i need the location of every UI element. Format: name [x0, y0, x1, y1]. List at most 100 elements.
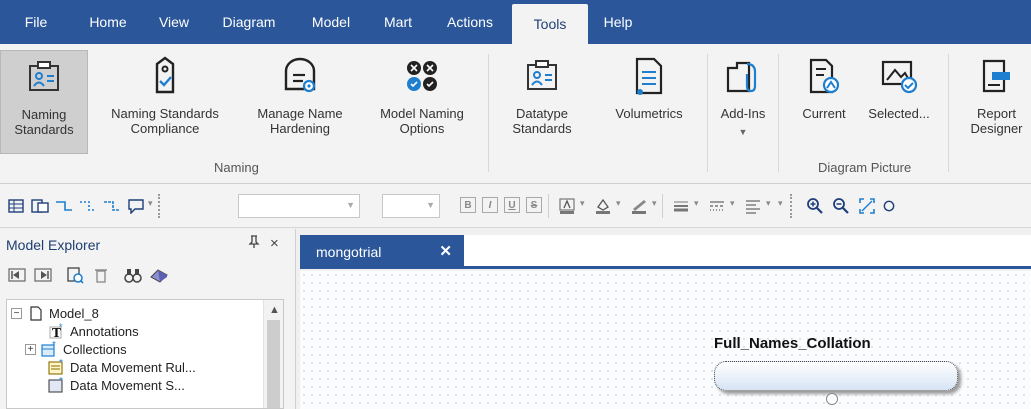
alignment-icon[interactable] [742, 196, 764, 216]
move-right-icon[interactable] [32, 264, 54, 286]
tree-item-data-movement-sources[interactable]: * Data Movement S... [43, 376, 185, 394]
close-icon[interactable]: ✕ [439, 242, 452, 260]
view-table-icon[interactable] [30, 196, 50, 216]
toolbar-grip[interactable] [790, 194, 796, 218]
naming-options-icon [402, 54, 442, 98]
chevron-down-icon[interactable]: ▾ [730, 198, 735, 209]
tree-item-collections[interactable]: + * Collections [25, 340, 127, 358]
zoom-out-icon[interactable] [830, 196, 852, 216]
report-designer-icon [977, 54, 1017, 98]
pin-icon[interactable] [248, 235, 260, 252]
toolbar-grip[interactable] [158, 194, 164, 218]
current-label: Current [802, 106, 846, 121]
menu-tools[interactable]: Tools [512, 4, 588, 44]
table-icon[interactable] [6, 196, 26, 216]
naming-standards-compliance-button[interactable]: Naming Standards Compliance [92, 50, 238, 154]
data-movement-rule-icon: * [48, 359, 65, 375]
model-explorer-title: Model Explorer [6, 237, 101, 253]
text-block-icon[interactable] [126, 196, 146, 216]
chevron-down-icon[interactable]: ▾ [652, 198, 657, 209]
font-size-combo[interactable]: ▼ [382, 194, 440, 218]
connection-handle[interactable] [826, 393, 838, 405]
menu-model[interactable]: Model [294, 4, 368, 40]
name-hardening-icon [280, 54, 320, 98]
chevron-down-icon: ▼ [346, 200, 355, 210]
annotation-icon: T * [48, 323, 65, 339]
delete-icon[interactable] [90, 264, 112, 286]
format-toolbar: ▾ ▼ ▼ B I U S ▾ ▾ ▾ ▾ ▾ ▾ ▾ [0, 184, 1031, 228]
menu-mart[interactable]: Mart [368, 4, 428, 40]
expand-icon[interactable]: + [25, 343, 36, 355]
group-label-naming: Naming [214, 160, 259, 175]
italic-button[interactable]: I [482, 197, 498, 213]
chevron-down-icon[interactable]: ▾ [616, 198, 621, 209]
entity-name[interactable]: Full_Names_Collation [714, 335, 871, 352]
tree-item-annotations[interactable]: T * Annotations [43, 322, 139, 340]
line-weight-icon[interactable] [670, 196, 692, 216]
menu-file[interactable]: File [0, 4, 72, 40]
volumetrics-icon [629, 54, 669, 98]
tab-mongotrial[interactable]: mongotrial ✕ [300, 235, 464, 269]
line-style-icon[interactable] [706, 196, 728, 216]
scrollbar-thumb[interactable] [267, 320, 280, 408]
fit-to-window-icon[interactable] [856, 196, 878, 216]
model-naming-options-button[interactable]: Model Naming Options [360, 50, 484, 154]
chevron-down-icon[interactable]: ▾ [580, 198, 585, 209]
chevron-down-icon[interactable]: ▾ [148, 198, 153, 209]
model-tree: − Model_8 T * Annotations + * Collections… [6, 299, 284, 409]
menu-home[interactable]: Home [72, 4, 144, 40]
close-icon[interactable]: × [270, 235, 279, 252]
report-designer-button[interactable]: Report Designer [962, 50, 1031, 154]
naming-standards-label: Naming Standards [14, 107, 74, 137]
selected-label: Selected... [868, 106, 930, 121]
manage-name-hardening-button[interactable]: Manage Name Hardening [240, 50, 360, 154]
volumetrics-label: Volumetrics [615, 106, 683, 121]
menu-view[interactable]: View [144, 4, 204, 40]
nonidentifying-relationship-icon[interactable] [78, 196, 98, 216]
document-icon [27, 305, 44, 321]
menu-actions[interactable]: Actions [428, 4, 512, 40]
entity-box[interactable] [714, 361, 958, 391]
model-explorer-panel: Model Explorer × − Model_8 T * Annotatio… [0, 229, 296, 409]
strikethrough-button[interactable]: S [526, 197, 542, 213]
tree-item-data-movement-rules[interactable]: * Data Movement Rul... [43, 358, 196, 376]
line-color-icon[interactable] [628, 196, 650, 216]
underline-button[interactable]: U [504, 197, 520, 213]
volumetrics-button[interactable]: Volumetrics [594, 50, 704, 154]
eraser-icon[interactable] [148, 264, 170, 286]
chevron-up-icon[interactable]: ▲ [269, 304, 280, 316]
font-color-icon[interactable] [556, 196, 578, 216]
binoculars-icon[interactable] [122, 264, 144, 286]
selected-picture-button[interactable]: Selected... [856, 50, 942, 130]
selected-picture-icon [879, 54, 919, 98]
move-left-icon[interactable] [6, 264, 28, 286]
tree-item-label: Annotations [70, 323, 139, 339]
tree-item-model[interactable]: − Model_8 [11, 304, 99, 322]
menu-help[interactable]: Help [588, 4, 648, 40]
add-ins-button[interactable]: Add-Ins ▼ [712, 50, 774, 160]
naming-standards-button[interactable]: Naming Standards [0, 50, 88, 154]
chevron-down-icon[interactable]: ▾ [778, 198, 783, 209]
relationship-icon[interactable] [54, 196, 74, 216]
properties-icon[interactable] [64, 264, 86, 286]
tree-scrollbar[interactable]: ▲ [263, 300, 283, 408]
diagram-canvas[interactable]: Full_Names_Collation [300, 271, 1031, 409]
zoom-icon[interactable] [882, 196, 896, 216]
datatype-standards-label: Datatype Standards [512, 106, 572, 136]
tree-item-label: Data Movement S... [70, 377, 185, 393]
current-picture-button[interactable]: Current [794, 50, 854, 130]
menu-diagram[interactable]: Diagram [204, 4, 294, 40]
explorer-toolbar [6, 261, 174, 289]
group-separator [948, 54, 949, 172]
chevron-down-icon[interactable]: ▾ [694, 198, 699, 209]
datatype-standards-button[interactable]: Datatype Standards [494, 50, 590, 154]
collapse-icon[interactable]: − [11, 307, 22, 319]
tab-label: mongotrial [316, 244, 382, 260]
bold-button[interactable]: B [460, 197, 476, 213]
zoom-in-icon[interactable] [804, 196, 826, 216]
fill-color-icon[interactable] [592, 196, 614, 216]
chevron-down-icon[interactable]: ▾ [766, 198, 771, 209]
group-label-diagram-picture: Diagram Picture [818, 160, 912, 175]
font-name-combo[interactable]: ▼ [238, 194, 360, 218]
subtype-relationship-icon[interactable] [102, 196, 122, 216]
